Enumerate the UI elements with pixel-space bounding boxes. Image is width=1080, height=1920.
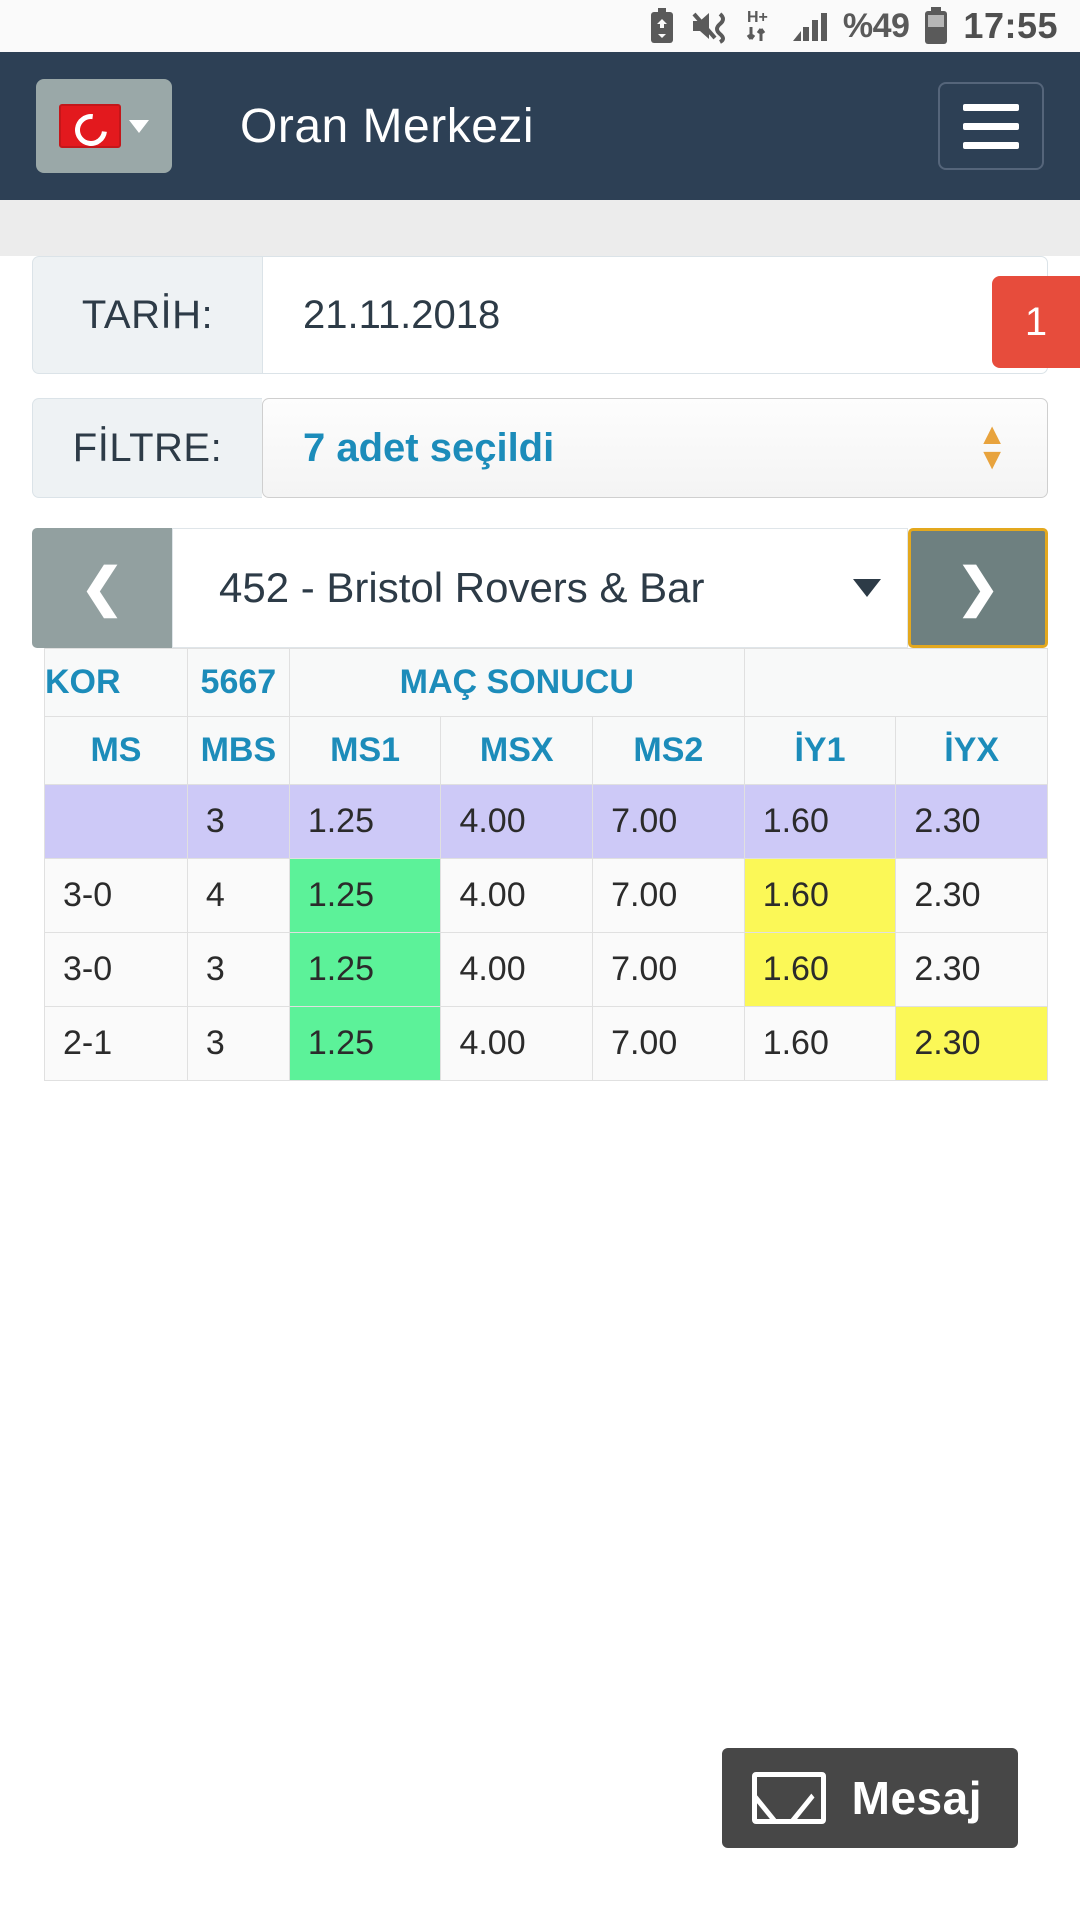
column-header-msx[interactable]: MSX (440, 716, 594, 785)
next-match-button[interactable]: ❯ (908, 528, 1048, 648)
odds-table-body: 3 1.25 4.00 7.00 1.60 2.30 3-0 4 1.25 4.00 7.00 1.6… (44, 784, 1048, 1081)
table-cell-i̇y1[interactable]: 1.60 (743, 784, 897, 859)
table-cell-ms1[interactable]: 1.25 (288, 784, 442, 859)
table-cell-ms2[interactable]: 7.00 (592, 858, 745, 933)
language-selector-button[interactable] (36, 79, 172, 173)
group-header-skor: KOR (44, 648, 188, 717)
table-row[interactable]: 3-0 4 1.25 4.00 7.00 1.60 2.30 (44, 858, 1048, 933)
table-cell-mbs[interactable]: 3 (186, 1006, 290, 1081)
clock-label: 17:55 (963, 5, 1058, 46)
signal-bars-icon (791, 9, 829, 43)
table-cell-mbs[interactable]: 3 (186, 784, 290, 859)
odds-table-head: KOR 5667 MAÇ SONUCU MS MBS MS1 MSX MS2 İ… (44, 648, 1048, 785)
caret-down-icon (853, 579, 881, 597)
table-cell-i̇yx[interactable]: 2.30 (895, 784, 1048, 859)
table-cell-i̇yx[interactable]: 2.30 (895, 858, 1048, 933)
mute-vibrate-icon (689, 8, 731, 44)
table-cell-ms[interactable]: 3-0 (44, 932, 188, 1007)
table-cell-ms[interactable]: 3-0 (44, 858, 188, 933)
column-header-iyx[interactable]: İYX (895, 716, 1048, 785)
table-cell-i̇y1[interactable]: 1.60 (743, 1006, 897, 1081)
hamburger-bar (963, 103, 1019, 111)
battery-icon (923, 7, 949, 45)
table-cell-msx[interactable]: 4.00 (440, 784, 594, 859)
group-header-mac-sonucu: MAÇ SONUCU (288, 648, 745, 717)
date-input[interactable]: 21.11.2018 (262, 256, 1048, 374)
table-cell-i̇yx[interactable]: 2.30 (895, 1006, 1048, 1081)
main-content: 1 TARİH: 21.11.2018 FİLTRE: 7 adet seçil… (0, 256, 1080, 1920)
table-cell-i̇y1[interactable]: 1.60 (743, 858, 897, 933)
group-header-row: KOR 5667 MAÇ SONUCU (44, 648, 1048, 717)
battery-saver-icon (649, 8, 675, 44)
turkish-flag-icon (59, 104, 121, 148)
message-button-label: Mesaj (851, 1772, 982, 1824)
column-header-ms1[interactable]: MS1 (288, 716, 442, 785)
table-cell-i̇yx[interactable]: 2.30 (895, 932, 1048, 1007)
group-header-empty (743, 648, 1048, 717)
filter-selected-value: 7 adet seçildi (303, 425, 555, 470)
hamburger-bar (963, 141, 1019, 149)
table-row[interactable]: 3-0 3 1.25 4.00 7.00 1.60 2.30 (44, 932, 1048, 1007)
table-cell-msx[interactable]: 4.00 (440, 1006, 594, 1081)
column-header-mbs[interactable]: MBS (186, 716, 290, 785)
table-cell-ms2[interactable]: 7.00 (592, 1006, 745, 1081)
table-cell-msx[interactable]: 4.00 (440, 858, 594, 933)
filter-label: FİLTRE: (32, 398, 262, 498)
table-row[interactable]: 3 1.25 4.00 7.00 1.60 2.30 (44, 784, 1048, 859)
status-bar: H+ %49 17:55 (0, 0, 1080, 52)
filter-field-row: FİLTRE: 7 adet seçildi ▲ ▼ (32, 398, 1048, 498)
spinner-arrows-icon: ▲ ▼ (977, 418, 1007, 476)
column-header-ms2[interactable]: MS2 (592, 716, 745, 785)
column-header-iy1[interactable]: İY1 (743, 716, 897, 785)
table-cell-ms[interactable] (44, 784, 188, 859)
odds-table: KOR 5667 MAÇ SONUCU MS MBS MS1 MSX MS2 İ… (44, 648, 1048, 1081)
table-cell-ms1[interactable]: 1.25 (288, 858, 442, 933)
svg-text:H+: H+ (747, 9, 768, 26)
filter-select[interactable]: 7 adet seçildi ▲ ▼ (262, 398, 1048, 498)
date-field-row: TARİH: 21.11.2018 (32, 256, 1048, 374)
table-cell-mbs[interactable]: 4 (186, 858, 290, 933)
table-cell-ms2[interactable]: 7.00 (592, 784, 745, 859)
table-cell-ms1[interactable]: 1.25 (288, 1006, 442, 1081)
app-bar: Oran Merkezi (0, 52, 1080, 200)
table-row[interactable]: 2-1 3 1.25 4.00 7.00 1.60 2.30 (44, 1006, 1048, 1081)
message-button[interactable]: Mesaj (721, 1748, 1018, 1848)
page-title: Oran Merkezi (240, 99, 535, 153)
hamburger-bar (963, 122, 1019, 130)
group-header-code: 5667 (186, 648, 290, 717)
previous-match-button[interactable]: ❮ (32, 528, 172, 648)
hamburger-menu-icon[interactable] (938, 82, 1044, 170)
table-cell-i̇y1[interactable]: 1.60 (743, 932, 897, 1007)
hsplus-data-icon: H+ (745, 7, 777, 45)
table-cell-ms1[interactable]: 1.25 (288, 932, 442, 1007)
table-cell-mbs[interactable]: 3 (186, 932, 290, 1007)
chevron-down-icon (129, 119, 149, 133)
table-cell-msx[interactable]: 4.00 (440, 932, 594, 1007)
match-navigation: ❮ 452 - Bristol Rovers & Bar ❯ (32, 528, 1048, 648)
match-select-value: 452 - Bristol Rovers & Bar (219, 564, 705, 611)
column-header-row: MS MBS MS1 MSX MS2 İY1 İYX (44, 716, 1048, 785)
match-select[interactable]: 452 - Bristol Rovers & Bar (172, 528, 908, 648)
date-label: TARİH: (32, 256, 262, 374)
battery-percent-label: %49 (842, 6, 910, 45)
table-cell-ms2[interactable]: 7.00 (592, 932, 745, 1007)
odds-table-wrapper: KOR 5667 MAÇ SONUCU MS MBS MS1 MSX MS2 İ… (44, 648, 1048, 1081)
envelope-icon (751, 1772, 826, 1824)
table-cell-ms[interactable]: 2-1 (44, 1006, 188, 1081)
notification-badge[interactable]: 1 (992, 276, 1080, 368)
column-header-ms[interactable]: MS (44, 716, 188, 785)
